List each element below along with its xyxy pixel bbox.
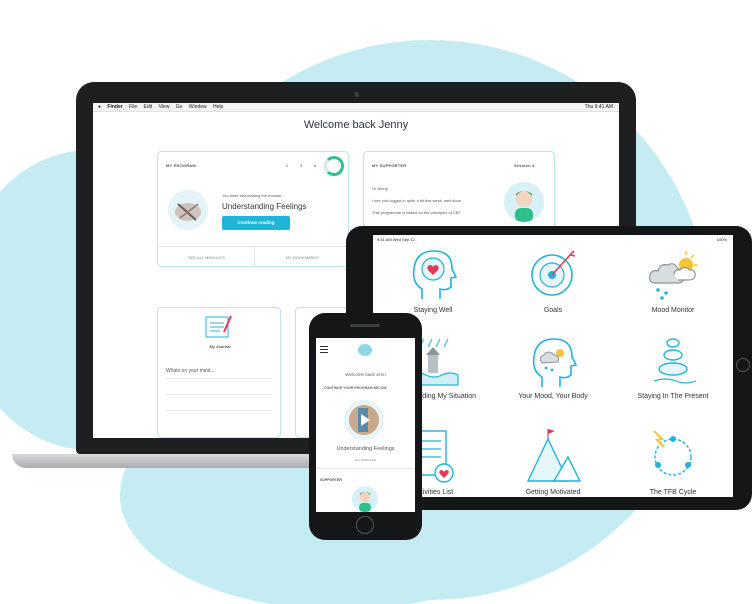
journal-title: My Journal bbox=[209, 344, 231, 349]
step-2[interactable]: 2 bbox=[286, 163, 288, 168]
tablet-home-button[interactable] bbox=[736, 358, 750, 372]
supporter-avatar bbox=[504, 182, 544, 222]
progress-ring bbox=[324, 156, 344, 176]
tile-label: Your Mood, Your Body bbox=[518, 393, 588, 400]
menu-view[interactable]: View bbox=[159, 103, 170, 112]
menu-finder[interactable]: Finder bbox=[107, 103, 122, 112]
my-supporter-heading: MY SUPPORTER bbox=[372, 163, 407, 168]
menu-help[interactable]: Help bbox=[213, 103, 223, 112]
see-all-modules-link[interactable]: SEE ALL MODULES bbox=[188, 255, 225, 260]
my-program-card: MY PROGRAM 2 3 6 You were last reading t… bbox=[157, 151, 350, 268]
tablet-screen: 9:41 AM Wed Sep 12 100% Staying Well Goa… bbox=[373, 235, 733, 497]
menu-window[interactable]: Window bbox=[189, 103, 207, 112]
module-title: Understanding Feelings bbox=[222, 202, 307, 211]
cycle-icon bbox=[653, 430, 692, 476]
supporter-message-1: I see you logged in quite a bit this wee… bbox=[372, 198, 463, 203]
session-label: Session 4 bbox=[514, 163, 535, 168]
tablet-status-bar: 9:41 AM Wed Sep 12 100% bbox=[373, 235, 733, 245]
tile-label: Staying In The Present bbox=[637, 393, 709, 400]
tile-mood-monitor[interactable]: Mood Monitor bbox=[613, 245, 733, 315]
app-logo-icon bbox=[358, 344, 372, 356]
tile-label: The TFB Cycle bbox=[649, 489, 697, 496]
module-illustration bbox=[168, 190, 208, 230]
tile-label: Mood Monitor bbox=[651, 307, 695, 314]
step-6[interactable]: 6 bbox=[314, 163, 316, 168]
hamburger-menu-icon[interactable] bbox=[320, 346, 328, 353]
continue-reading-button[interactable]: Continue reading bbox=[222, 216, 290, 230]
laptop-base bbox=[12, 454, 342, 468]
my-program-heading: MY PROGRAM bbox=[166, 163, 196, 168]
journal-line bbox=[166, 378, 272, 379]
tile-label: Goals bbox=[543, 307, 563, 314]
tablet-time: 9:41 AM Wed Sep 12 bbox=[377, 237, 415, 242]
laptop-camera bbox=[354, 92, 359, 97]
target-icon bbox=[531, 250, 576, 296]
weather-icon bbox=[649, 251, 698, 300]
menubar-clock: Thu 9:41 AM bbox=[584, 104, 613, 110]
journal-input[interactable]: Whats on your mind... bbox=[166, 368, 215, 374]
phone-supporter-heading: SUPPORTER bbox=[320, 478, 342, 482]
my-journal-card: My Journal Whats on your mind... bbox=[157, 307, 281, 438]
tile-getting-motivated[interactable]: Getting Motivated bbox=[493, 427, 613, 497]
phone-see-all-link[interactable]: ALL MODULES bbox=[316, 458, 415, 462]
phone-speaker bbox=[350, 324, 380, 327]
tile-staying-well[interactable]: Staying Well bbox=[373, 245, 493, 315]
tile-your-mood-your-body[interactable]: Your Mood, Your Body bbox=[493, 335, 613, 401]
tile-goals[interactable]: Goals bbox=[493, 245, 613, 315]
phone-module-illustration bbox=[344, 400, 384, 440]
phone-program-label: CONTINUE YOUR PROGRAM BELOW bbox=[324, 386, 387, 390]
head-weather-icon bbox=[532, 338, 578, 387]
phone-welcome: Welcome back Jenn bbox=[345, 372, 386, 377]
journal-line bbox=[166, 410, 272, 411]
supporter-message-2: This programme is based on the principle… bbox=[372, 210, 461, 215]
journal-icon bbox=[205, 315, 232, 338]
supporter-greeting: Hi Jenny, bbox=[372, 186, 389, 191]
marketing-stage: ● Finder File Edit View Go Window Help T… bbox=[0, 0, 752, 604]
last-reading-text: You were last reading the module... bbox=[222, 193, 285, 198]
journal-line bbox=[166, 394, 272, 395]
mountain-flag-icon bbox=[526, 429, 582, 482]
menu-edit[interactable]: Edit bbox=[144, 103, 153, 112]
menu-file[interactable]: File bbox=[129, 103, 137, 112]
stones-icon bbox=[653, 338, 697, 384]
phone-supporter-avatar bbox=[352, 486, 378, 512]
mac-menubar: ● Finder File Edit View Go Window Help T… bbox=[93, 103, 619, 112]
head-heart-icon bbox=[412, 250, 458, 299]
tile-staying-in-the-present[interactable]: Staying In The Present bbox=[613, 335, 733, 401]
bookmarks-link[interactable]: MY BOOKMARKS bbox=[286, 255, 319, 260]
menu-go[interactable]: Go bbox=[176, 103, 183, 112]
phone-home-button[interactable] bbox=[356, 516, 374, 534]
phone-divider bbox=[316, 468, 415, 469]
page-title: Welcome back Jenny bbox=[303, 119, 409, 131]
card-split bbox=[254, 246, 255, 268]
phone-screen: Welcome back Jenn CONTINUE YOUR PROGRAM … bbox=[316, 338, 415, 512]
apple-menu-icon[interactable]: ● bbox=[98, 103, 101, 112]
step-3[interactable]: 3 bbox=[300, 163, 302, 168]
phone-module-title: Understanding Feelings bbox=[336, 446, 395, 452]
tablet-battery: 100% bbox=[716, 237, 727, 242]
tile-the-tfb-cycle[interactable]: The TFB Cycle bbox=[613, 427, 733, 497]
tile-label: Getting Motivated bbox=[525, 489, 581, 496]
